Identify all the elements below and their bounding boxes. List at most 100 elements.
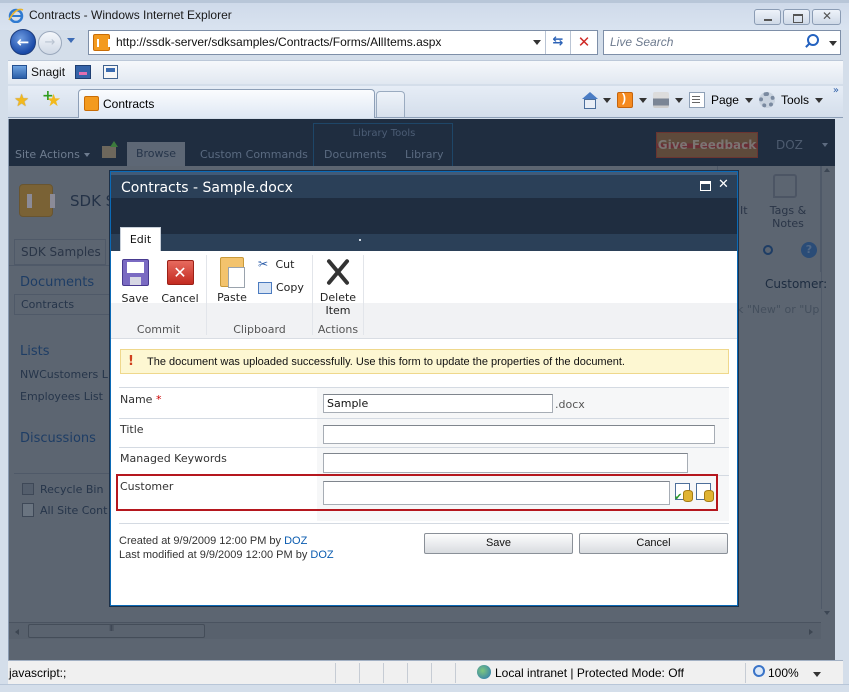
managed-keywords-label: Managed Keywords	[120, 452, 227, 465]
address-bar[interactable]: http://ssdk-server/sdksamples/Contracts/…	[88, 30, 598, 55]
tab-label: Contracts	[103, 97, 155, 111]
gear-icon	[758, 92, 775, 108]
recent-pages-dropdown[interactable]	[67, 38, 75, 43]
navigate-up-icon[interactable]	[102, 141, 118, 158]
tags-icon[interactable]	[773, 174, 797, 198]
scroll-left-icon[interactable]	[15, 629, 19, 635]
ribbon-delete-label-1: Delete	[319, 291, 357, 304]
sharepoint-favicon-icon	[93, 34, 110, 51]
scroll-down-icon[interactable]	[824, 611, 830, 615]
user-menu[interactable]: DOZ	[776, 138, 803, 152]
forward-button[interactable]: →	[38, 31, 62, 55]
close-window-button[interactable]	[812, 9, 841, 25]
tools-menu[interactable]: Tools	[781, 93, 809, 107]
user-dropdown-icon[interactable]	[822, 143, 828, 147]
ribbon-paste-button[interactable]: Paste	[215, 257, 249, 304]
site-actions-menu[interactable]: Site Actions	[15, 148, 90, 161]
window-bottom-border	[0, 684, 849, 692]
like-it-label[interactable]: It	[740, 204, 748, 217]
ribbon-save-button[interactable]: Save	[119, 259, 151, 305]
snagit-icon	[12, 65, 27, 79]
security-zone[interactable]: Local intranet | Protected Mode: Off	[495, 666, 684, 680]
snagit-button[interactable]: Snagit	[12, 65, 65, 79]
quicklaunch-item-employees[interactable]: Employees List	[20, 390, 103, 403]
minimize-button[interactable]	[754, 9, 781, 25]
tab-edit[interactable]: Edit	[120, 227, 161, 252]
favorites-star-icon[interactable]: ★	[14, 91, 29, 111]
tab-documents[interactable]: Documents	[324, 148, 387, 161]
page-dropdown[interactable]	[744, 97, 753, 103]
delete-x-icon	[324, 257, 352, 287]
name-input[interactable]: Sample	[323, 394, 553, 413]
quicklaunch-item-nwcustomers[interactable]: NWCustomers L	[20, 368, 108, 381]
ribbon-cancel-button[interactable]: ✕ Cancel	[161, 259, 199, 305]
tab-library[interactable]: Library	[405, 148, 443, 161]
address-dropdown-icon[interactable]	[533, 40, 541, 45]
maximize-dialog-icon[interactable]	[700, 181, 711, 191]
zoom-icon[interactable]	[753, 665, 765, 677]
tags-notes-label[interactable]: Tags & Notes	[766, 204, 810, 230]
cancel-button[interactable]: Cancel	[579, 533, 728, 554]
title-input[interactable]	[323, 425, 715, 444]
maximize-button[interactable]	[783, 9, 810, 25]
managed-keywords-input[interactable]	[323, 453, 688, 473]
ribbon-cut-button[interactable]: ✂ Cut	[258, 257, 294, 271]
edit-toolbar-button[interactable]	[103, 65, 118, 79]
scroll-right-icon[interactable]	[809, 629, 813, 635]
quicklaunch-lists[interactable]: Lists	[20, 344, 50, 359]
toolbar-button[interactable]	[75, 65, 91, 79]
arrow-right-icon: →	[44, 35, 56, 50]
home-icon[interactable]	[581, 92, 598, 109]
zoom-dropdown[interactable]	[813, 672, 821, 677]
search-icon[interactable]	[763, 245, 773, 255]
tab-custom-commands[interactable]: Custom Commands	[200, 148, 308, 161]
ribbon-delete-item-button[interactable]: Delete Item	[317, 257, 359, 317]
more-commands-chevron-icon[interactable]: »	[833, 85, 839, 96]
sharepoint-ribbon-bar: Site Actions Browse Custom Commands Libr…	[9, 119, 835, 166]
created-by-link[interactable]: DOZ	[284, 535, 307, 547]
site-logo[interactable]	[19, 184, 55, 217]
search-input[interactable]: Live Search	[610, 35, 673, 49]
tab-browse[interactable]: Browse	[127, 142, 185, 166]
close-dialog-icon[interactable]: ✕	[718, 177, 729, 192]
search-options-dropdown[interactable]	[829, 41, 837, 46]
breadcrumb-tab-sdk-samples[interactable]: SDK Samples	[14, 239, 106, 265]
site-title[interactable]: SDK S	[70, 192, 115, 210]
print-icon[interactable]	[652, 92, 669, 108]
search-icon[interactable]	[807, 34, 819, 46]
quicklaunch-item-contracts[interactable]: Contracts	[14, 294, 114, 315]
quicklaunch-documents[interactable]: Documents	[20, 275, 94, 290]
vertical-scrollbar[interactable]	[821, 166, 835, 609]
give-feedback-button[interactable]: Give Feedback	[656, 132, 758, 158]
commit-group-label: Commit	[136, 323, 181, 336]
scrollbar-thumb[interactable]	[28, 624, 205, 638]
address-url[interactable]: http://ssdk-server/sdksamples/Contracts/…	[116, 35, 441, 49]
ribbon-copy-button[interactable]: Copy	[258, 281, 304, 294]
add-favorite-icon[interactable]: ★	[42, 88, 61, 111]
help-icon[interactable]: ?	[801, 242, 817, 258]
print-dropdown[interactable]	[674, 97, 683, 103]
page-menu[interactable]: Page	[711, 93, 739, 107]
refresh-button[interactable]: ⇆	[545, 31, 570, 54]
save-button[interactable]: Save	[424, 533, 573, 554]
modified-by-link[interactable]: DOZ	[310, 549, 333, 561]
quicklaunch-discussions[interactable]: Discussions	[20, 431, 96, 446]
feeds-icon[interactable]	[616, 91, 633, 108]
ribbon-copy-label: Copy	[276, 281, 304, 294]
scroll-up-icon[interactable]	[824, 168, 830, 172]
back-button[interactable]: ←	[10, 29, 36, 55]
tools-dropdown[interactable]	[815, 97, 823, 103]
feeds-dropdown[interactable]	[638, 97, 647, 103]
horizontal-scrollbar[interactable]	[9, 622, 821, 639]
item-metadata: Created at 9/9/2009 12:00 PM by DOZ Last…	[119, 534, 334, 562]
new-tab-button[interactable]	[376, 91, 405, 117]
quicklaunch-divider	[14, 473, 114, 474]
tab-contracts[interactable]: Contracts	[78, 89, 375, 118]
home-dropdown[interactable]	[602, 97, 611, 103]
search-box[interactable]: Live Search	[603, 30, 841, 55]
all-site-content-link[interactable]: All Site Cont	[40, 504, 107, 517]
zoom-level[interactable]: 100%	[768, 666, 799, 680]
site-actions-label: Site Actions	[15, 148, 80, 161]
stop-button[interactable]: ✕	[570, 31, 597, 54]
recycle-bin-link[interactable]: Recycle Bin	[40, 483, 103, 496]
